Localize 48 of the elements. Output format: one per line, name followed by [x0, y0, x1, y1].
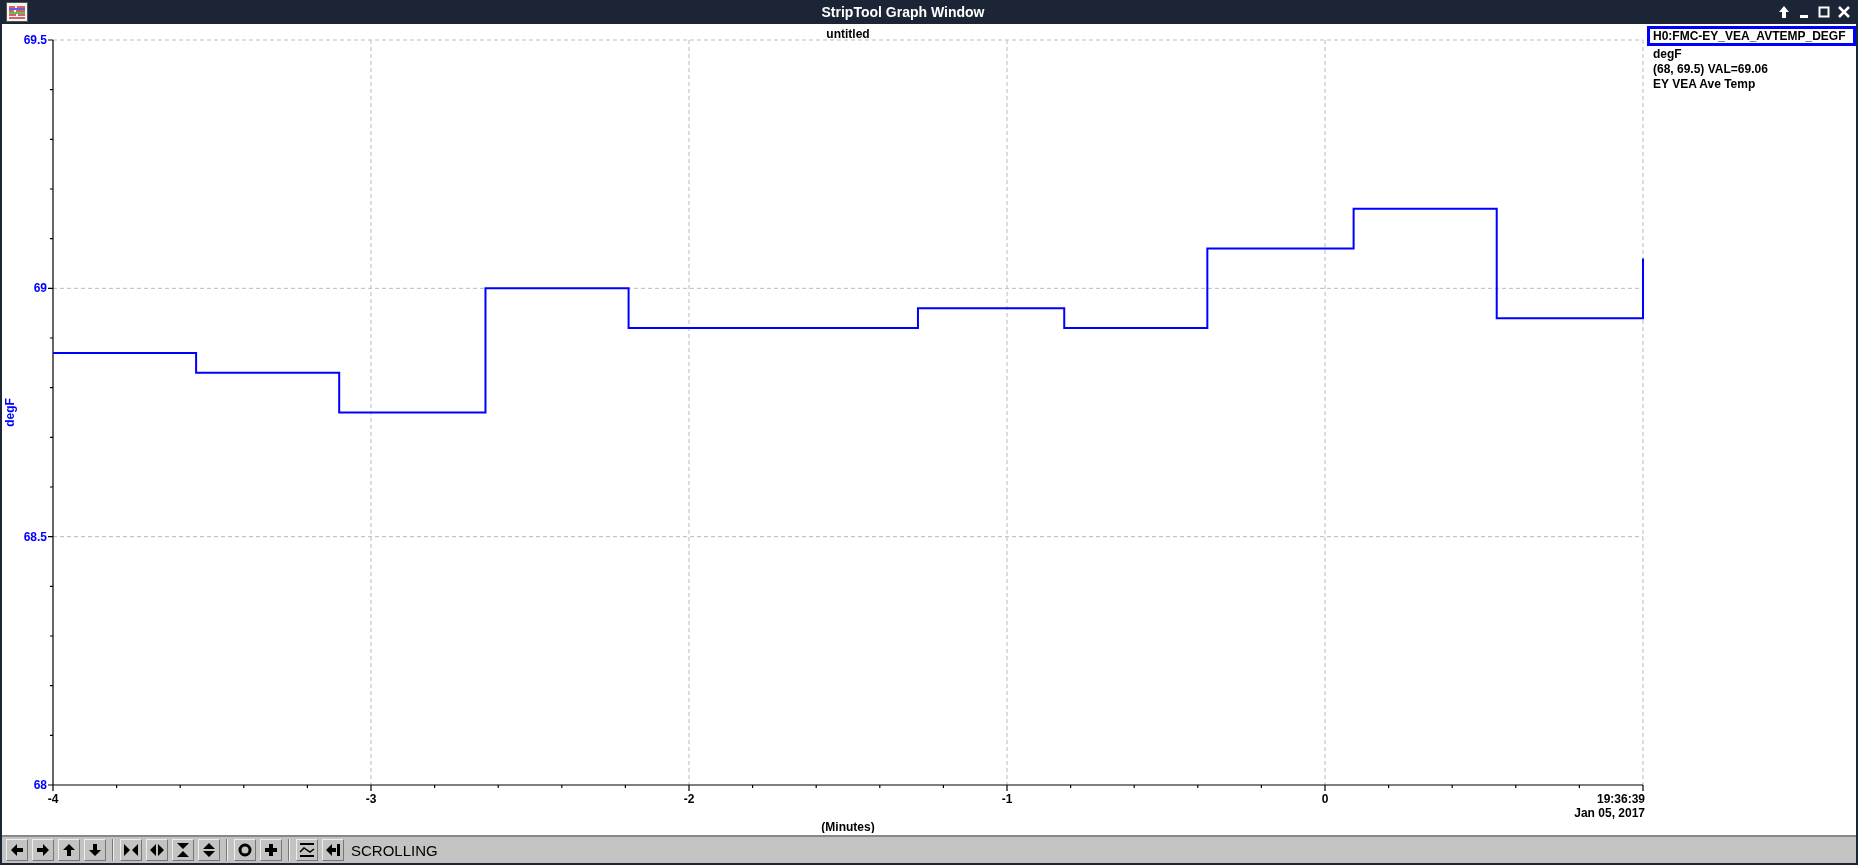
wave-chart-icon — [299, 842, 315, 858]
graph-title: untitled — [826, 27, 870, 41]
x-tick-label: 0 — [1321, 792, 1329, 806]
up-arrow-button[interactable] — [58, 839, 80, 861]
legend-description: EY VEA Ave Temp — [1652, 77, 1757, 92]
wave-chart-button[interactable] — [296, 839, 318, 861]
maximize-icon[interactable] — [1818, 5, 1830, 19]
x-tick-label: -3 — [365, 792, 377, 806]
app-icon[interactable] — [6, 2, 28, 22]
date-label: Jan 05, 2017 — [1574, 806, 1645, 820]
inward-triangles-button[interactable] — [120, 839, 142, 861]
legend-signal-name[interactable]: H0:FMC-EY_VEA_AVTEMP_DEGF — [1647, 26, 1856, 46]
up-arrow-icon[interactable] — [1778, 5, 1790, 19]
double-triangle-button[interactable] — [198, 839, 220, 861]
right-arrow-button[interactable] — [32, 839, 54, 861]
left-arrow-icon — [9, 842, 25, 858]
time-label: 19:36:39 — [1596, 792, 1645, 806]
down-arrow-icon — [87, 842, 103, 858]
y-tick-label: 68.5 — [23, 529, 47, 544]
left-arrow-button[interactable] — [6, 839, 28, 861]
double-triangle-icon — [201, 842, 217, 858]
hourglass-button[interactable] — [172, 839, 194, 861]
y-tick-label: 68 — [33, 778, 47, 792]
legend-range: (68, 69.5) VAL=69.06 — [1652, 62, 1769, 77]
inward-triangles-icon — [123, 842, 139, 858]
down-arrow-button[interactable] — [84, 839, 106, 861]
left-arrow-bar-icon — [325, 842, 341, 858]
x-tick-label: -2 — [683, 792, 695, 806]
legend-units: degF — [1652, 47, 1683, 62]
window-title: StripTool Graph Window — [820, 4, 986, 20]
up-arrow-icon — [61, 842, 77, 858]
left-arrow-bar-button[interactable] — [322, 839, 344, 861]
plus-icon — [263, 842, 279, 858]
x-tick-label: -4 — [47, 792, 59, 806]
status-text: SCROLLING — [351, 841, 438, 859]
right-arrow-icon — [35, 842, 51, 858]
x-axis-label: (Minutes) — [821, 820, 875, 833]
outward-triangles-button[interactable] — [146, 839, 168, 861]
close-icon[interactable] — [1838, 5, 1850, 19]
y-tick-label: 69 — [33, 281, 47, 296]
x-tick-label: -1 — [1001, 792, 1013, 806]
ring-icon — [237, 842, 253, 858]
outward-triangles-icon — [149, 842, 165, 858]
plus-button[interactable] — [260, 839, 282, 861]
y-tick-label: 69.5 — [23, 33, 47, 47]
hourglass-icon — [175, 842, 191, 858]
ring-button[interactable] — [234, 839, 256, 861]
y-axis-label: degF — [3, 398, 17, 427]
